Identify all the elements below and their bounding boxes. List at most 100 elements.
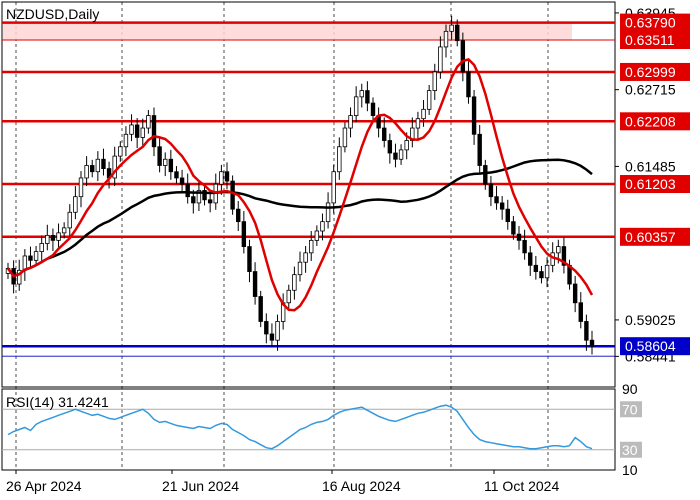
candle-body (179, 177, 185, 185)
candle-body (539, 271, 544, 279)
candle-body (90, 165, 95, 173)
candle-body (505, 208, 510, 223)
candle-body (67, 211, 72, 229)
time-tick-label: 16 Aug 2024 (322, 478, 401, 494)
candle-body (387, 140, 393, 154)
candle-body (426, 90, 432, 110)
candle-body (33, 251, 39, 261)
candle-body (39, 243, 44, 252)
candle-body (50, 234, 56, 241)
candle-body (494, 196, 499, 204)
candle-body (572, 283, 578, 304)
candle-body (236, 208, 241, 223)
candle-body (584, 321, 589, 341)
candle-body (286, 289, 291, 304)
candle-body (488, 183, 494, 198)
candle-body (61, 227, 67, 234)
level-label: 0.63790 (625, 15, 676, 31)
candle-body (241, 221, 247, 248)
candle-body (353, 96, 359, 116)
candle-body (264, 321, 269, 335)
candle-body (404, 140, 409, 151)
candle-body (163, 158, 168, 166)
candle-body (314, 230, 320, 241)
candle-body (438, 46, 443, 73)
rsi-axis-label: 90 (622, 381, 638, 397)
price-tick-label: 0.62715 (625, 82, 676, 98)
candle-body (348, 115, 353, 129)
candle-body (269, 333, 275, 341)
time-tick-label: 26 Apr 2024 (6, 478, 82, 494)
main-plot-area (1, 1, 616, 388)
candle-body (224, 171, 230, 182)
candle-body (516, 233, 522, 241)
rsi-title: RSI(14) 31.4241 (6, 394, 109, 410)
candle-body (359, 90, 364, 98)
candle-body (134, 124, 140, 138)
price-chart: 0.639450.627150.614850.590250.584410.637… (1, 1, 690, 494)
candle-body (483, 165, 488, 185)
candle-body (28, 255, 33, 261)
candle-body (123, 133, 129, 148)
candle-body (151, 115, 157, 148)
candle-body (455, 24, 460, 42)
candle-body (533, 264, 539, 272)
time-tick-label: 21 Jun 2024 (162, 478, 239, 494)
candle-body (73, 196, 78, 213)
candle-body (275, 321, 280, 341)
time-tick-label: 11 Oct 2024 (484, 478, 559, 494)
candle-body (78, 177, 84, 198)
candle-body (511, 221, 516, 235)
candle-body (398, 149, 404, 160)
candle-body (325, 202, 331, 223)
level-label: 0.62208 (625, 113, 676, 129)
resistance-zone (3, 22, 572, 41)
candle-body (589, 339, 595, 347)
candle-body (174, 171, 179, 179)
rsi-axis-label: 70 (622, 401, 638, 417)
candle-body (365, 90, 370, 104)
chart-title: NZDUSD,Daily (6, 6, 99, 22)
candle-body (45, 234, 50, 244)
candle-body (252, 271, 258, 297)
candle-body (219, 171, 224, 185)
candle-body (460, 40, 466, 73)
level-label: 0.58604 (625, 338, 676, 354)
candle-body (522, 239, 527, 254)
candle-body (118, 146, 123, 157)
candle-body (528, 252, 533, 266)
candle-body (370, 102, 376, 116)
candle-body (421, 108, 426, 120)
level-label: 0.60357 (625, 229, 676, 245)
price-axis: 0.639450.627150.614850.590250.584410.637… (615, 5, 690, 364)
candle-body (337, 146, 342, 173)
candle-body (331, 171, 336, 204)
candle-body (258, 296, 263, 322)
candle-body (342, 127, 348, 148)
candle-body (207, 199, 213, 204)
candle-body (297, 261, 303, 276)
candle-body (230, 180, 235, 210)
candle-body (292, 274, 297, 291)
candle-body (471, 96, 477, 135)
candle-body (443, 30, 449, 48)
candle-body (185, 183, 190, 198)
candle-body (556, 246, 561, 254)
level-label: 0.63511 (625, 32, 675, 48)
candle-body (466, 71, 471, 98)
candle-body (95, 158, 101, 173)
price-tick-label: 0.59025 (625, 312, 676, 328)
candle-body (432, 71, 437, 92)
rsi-axis-label: 10 (622, 462, 638, 478)
candle-body (247, 246, 252, 272)
candle-body (191, 196, 196, 204)
level-label: 0.62999 (625, 64, 676, 80)
candle-body (157, 146, 162, 166)
candle-body (303, 252, 308, 263)
candle-body (129, 124, 134, 135)
candle-body (56, 232, 61, 241)
candle-body (544, 264, 550, 279)
candle-body (146, 115, 151, 129)
candle-body (477, 133, 482, 166)
candle-body (309, 239, 314, 254)
